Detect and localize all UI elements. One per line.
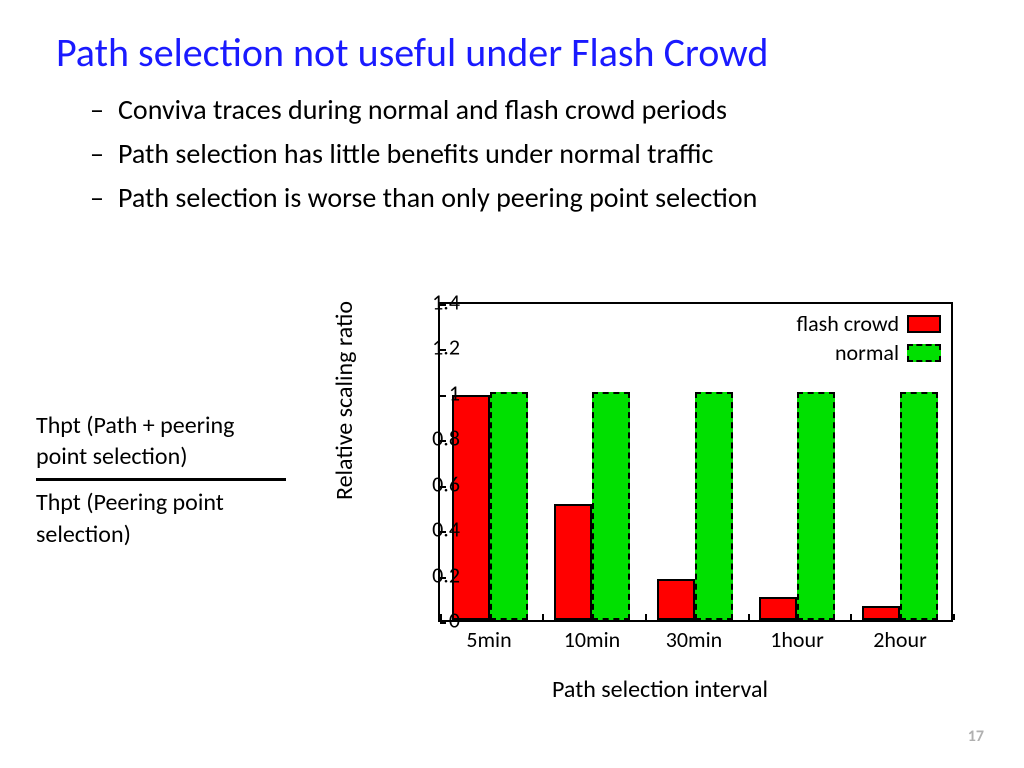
ytick-label: 1 (400, 379, 460, 406)
lower-region: Thpt (Path + peering point selection) Th… (0, 300, 1024, 730)
legend-swatch-normal (907, 344, 941, 362)
bar-flash (862, 606, 900, 620)
ytick-label: 1.2 (400, 334, 460, 361)
ratio-divider (36, 478, 286, 481)
bar-flash (657, 579, 695, 620)
legend-label: flash crowd (796, 310, 899, 337)
bar-normal (900, 392, 938, 620)
legend-item: normal (796, 339, 941, 366)
bullet-list: Conviva traces during normal and flash c… (0, 77, 1024, 216)
xtick-label: 10min (564, 626, 620, 653)
ytick-label: 0 (400, 607, 460, 634)
ratio-numerator: Thpt (Path + peering point selection) (36, 410, 286, 472)
bullet-item: Path selection has little benefits under… (90, 135, 964, 173)
ytick-label: 0.6 (400, 470, 460, 497)
ytick-label: 0.2 (400, 561, 460, 588)
chart: Relative scaling ratio (340, 300, 980, 720)
xtick-label: 30min (666, 626, 722, 653)
bar-normal (490, 392, 528, 620)
ytick-label: 0.8 (400, 425, 460, 452)
legend-item: flash crowd (796, 310, 941, 337)
xtick-mark (953, 614, 955, 620)
xtick-label: 5min (466, 626, 511, 653)
bullet-item: Path selection is worse than only peerin… (90, 179, 964, 217)
bar-flash (554, 504, 592, 620)
xtick-mark (645, 614, 647, 620)
bar-normal (592, 392, 630, 620)
xtick-mark (748, 614, 750, 620)
x-axis-label: Path selection interval (340, 675, 980, 704)
xtick-label: 2hour (873, 626, 927, 653)
page-number: 17 (968, 727, 984, 746)
xtick-mark (850, 614, 852, 620)
ratio-definition: Thpt (Path + peering point selection) Th… (36, 410, 286, 550)
bar-normal (797, 392, 835, 620)
bullet-item: Conviva traces during normal and flash c… (90, 91, 964, 129)
ratio-denominator: Thpt (Peering point selection) (36, 487, 286, 549)
bar-flash (759, 597, 797, 620)
plot-area: flash crowd normal (438, 302, 953, 622)
legend: flash crowd normal (796, 310, 941, 368)
ytick-label: 1.4 (400, 289, 460, 316)
xtick-label: 1hour (770, 626, 824, 653)
y-axis-label: Relative scaling ratio (330, 301, 359, 500)
legend-swatch-flash (907, 315, 941, 333)
bar-normal (695, 392, 733, 620)
legend-label: normal (835, 339, 899, 366)
slide-title: Path selection not useful under Flash Cr… (0, 0, 1024, 77)
ytick-label: 0.4 (400, 516, 460, 543)
xtick-mark (542, 614, 544, 620)
